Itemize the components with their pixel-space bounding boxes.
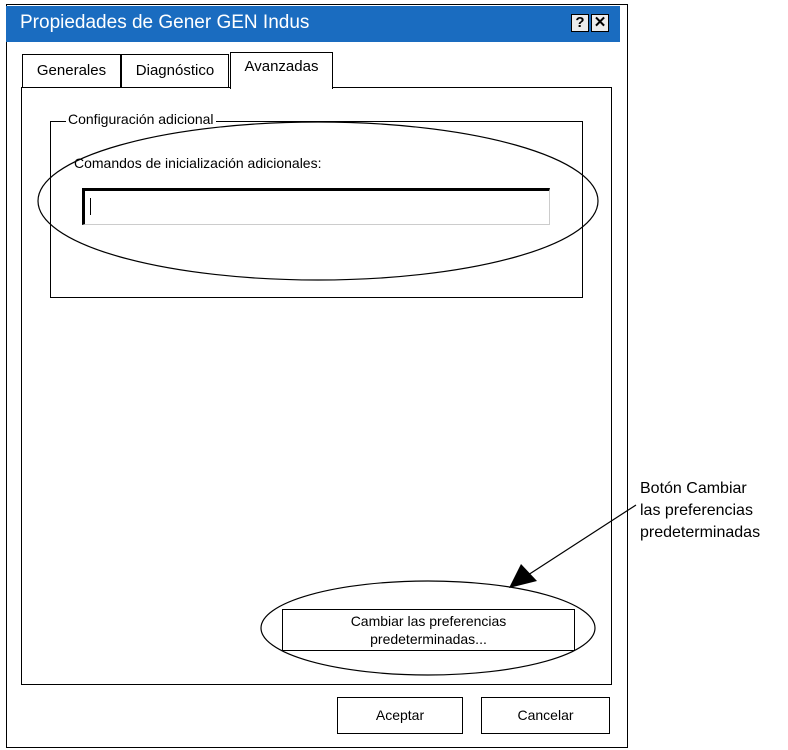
tab-avanzadas[interactable]: Avanzadas — [230, 52, 333, 89]
annotation-overlay — [37, 121, 637, 676]
callout-arrowhead — [509, 564, 537, 588]
callout-arrow-line — [527, 504, 637, 576]
callout-line1: Botón Cambiar — [640, 480, 747, 497]
callout-text: Botón Cambiar las preferencias predeterm… — [640, 478, 760, 544]
input-highlight-ellipse — [37, 121, 599, 281]
callout-line3: predeterminadas — [640, 524, 761, 541]
callout-line2: las preferencias — [640, 502, 753, 519]
button-highlight-ellipse — [260, 580, 596, 676]
